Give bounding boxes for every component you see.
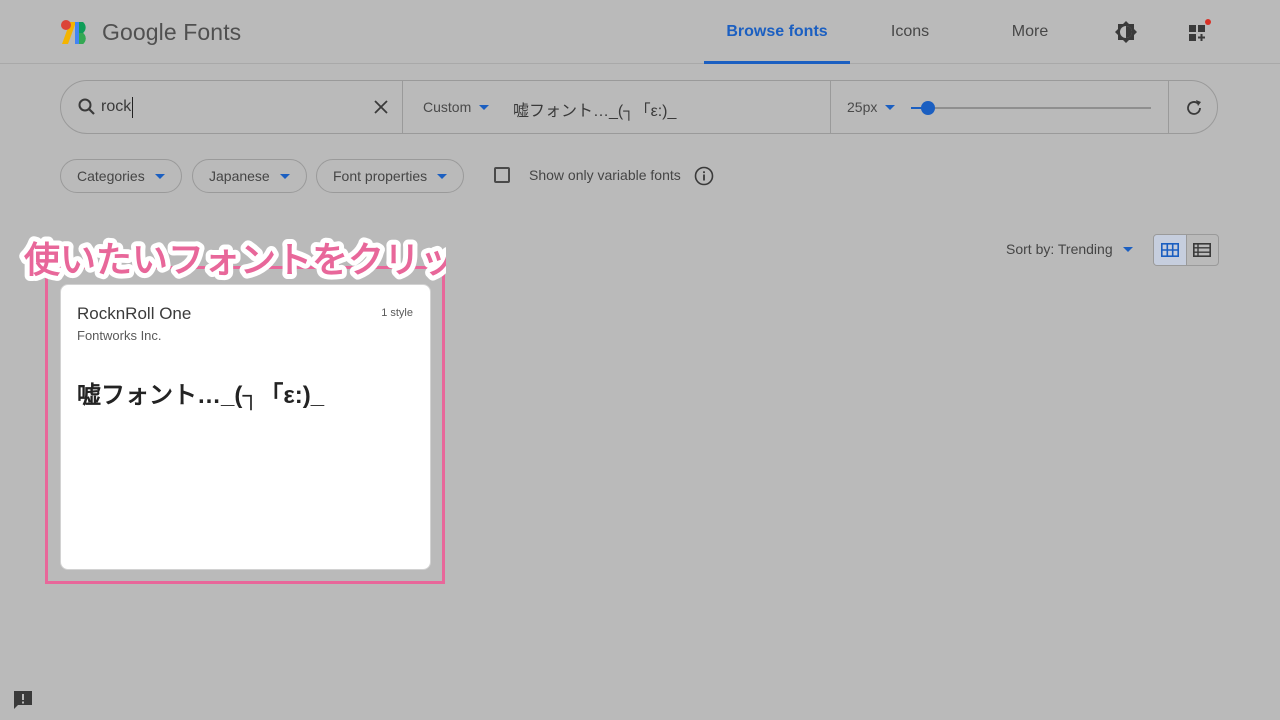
reset-button[interactable]	[1181, 95, 1207, 121]
grid-view-icon	[1160, 243, 1179, 257]
chip-label: Japanese	[209, 168, 270, 184]
close-icon	[374, 100, 388, 114]
preview-mode-select[interactable]: Custom	[423, 99, 490, 115]
chip-label: Font properties	[333, 168, 428, 184]
preview-mode-label: Custom	[423, 99, 472, 115]
google-fonts-logo-icon	[61, 20, 86, 44]
view-toggle	[1153, 234, 1219, 266]
font-size-label: 25px	[847, 99, 878, 115]
divider	[830, 81, 831, 133]
brightness-icon	[1115, 21, 1137, 43]
divider	[402, 81, 403, 133]
top-app-bar: Google Fonts Browse fonts Icons More	[0, 0, 1280, 64]
info-icon[interactable]	[694, 166, 714, 191]
search-icon	[78, 98, 95, 115]
list-view-button[interactable]	[1187, 235, 1219, 265]
tab-label: More	[1011, 22, 1049, 40]
sort-label: Sort by: Trending	[1006, 241, 1113, 257]
filter-font-properties[interactable]: Font properties	[316, 159, 465, 193]
apps-button[interactable]	[1182, 14, 1216, 48]
font-preview-text: 嘘フォント…_(┐「ε:)_	[77, 382, 325, 409]
variable-fonts-label[interactable]: Show only variable fonts	[529, 167, 681, 183]
filter-categories[interactable]: Categories	[60, 159, 182, 193]
add-widget-icon	[1189, 19, 1211, 41]
sort-select[interactable]: Sort by: Trending	[1006, 241, 1133, 257]
slider-thumb[interactable]	[920, 101, 935, 115]
feedback-button[interactable]	[12, 689, 34, 716]
variable-fonts-checkbox[interactable]	[494, 167, 510, 183]
list-view-icon	[1193, 243, 1212, 257]
filter-language[interactable]: Japanese	[192, 159, 307, 193]
dropdown-arrow-icon	[885, 104, 896, 110]
font-foundry: Fontworks Inc.	[77, 328, 162, 343]
preview-text-input[interactable]: 嘘フォント…_(┐「ε:)_	[513, 97, 676, 121]
clear-search-button[interactable]	[369, 95, 393, 119]
font-name: RocknRoll One	[77, 304, 192, 323]
search-input[interactable]	[101, 95, 361, 119]
annotation-banner: 使いたいフォントをクリック 使いたいフォントをクリック	[19, 235, 446, 286]
tab-label: Browse fonts	[726, 22, 828, 40]
font-size-select[interactable]: 25px	[847, 99, 896, 115]
dropdown-arrow-icon	[479, 104, 490, 110]
search-toolbar: Custom 嘘フォント…_(┐「ε:)_ 25px	[60, 80, 1218, 134]
refresh-icon	[1187, 100, 1201, 115]
dropdown-arrow-icon	[279, 173, 290, 179]
tab-browse-fonts[interactable]: Browse fonts	[704, 0, 850, 64]
font-size-slider[interactable]	[911, 101, 1151, 115]
dropdown-arrow-icon	[437, 173, 448, 179]
text-caret	[132, 97, 133, 118]
annotation-text: 使いたいフォントをクリック	[24, 240, 446, 281]
dropdown-arrow-icon	[1122, 246, 1133, 252]
font-card[interactable]: RocknRoll One 1 style Fontworks Inc. 嘘フォ…	[60, 284, 431, 570]
tab-label: Icons	[890, 22, 930, 40]
style-count: 1 style	[381, 307, 413, 319]
chip-label: Categories	[77, 168, 145, 184]
google-fonts-logo[interactable]: Google Fonts	[60, 18, 241, 46]
dropdown-arrow-icon	[154, 173, 165, 179]
theme-toggle-button[interactable]	[1110, 16, 1142, 48]
tab-icons[interactable]: Icons	[860, 0, 960, 63]
feedback-icon	[14, 691, 32, 709]
brand-name: Google Fonts	[102, 18, 242, 45]
divider	[1168, 81, 1169, 133]
grid-view-button[interactable]	[1154, 235, 1187, 265]
tab-more[interactable]: More	[980, 0, 1080, 63]
